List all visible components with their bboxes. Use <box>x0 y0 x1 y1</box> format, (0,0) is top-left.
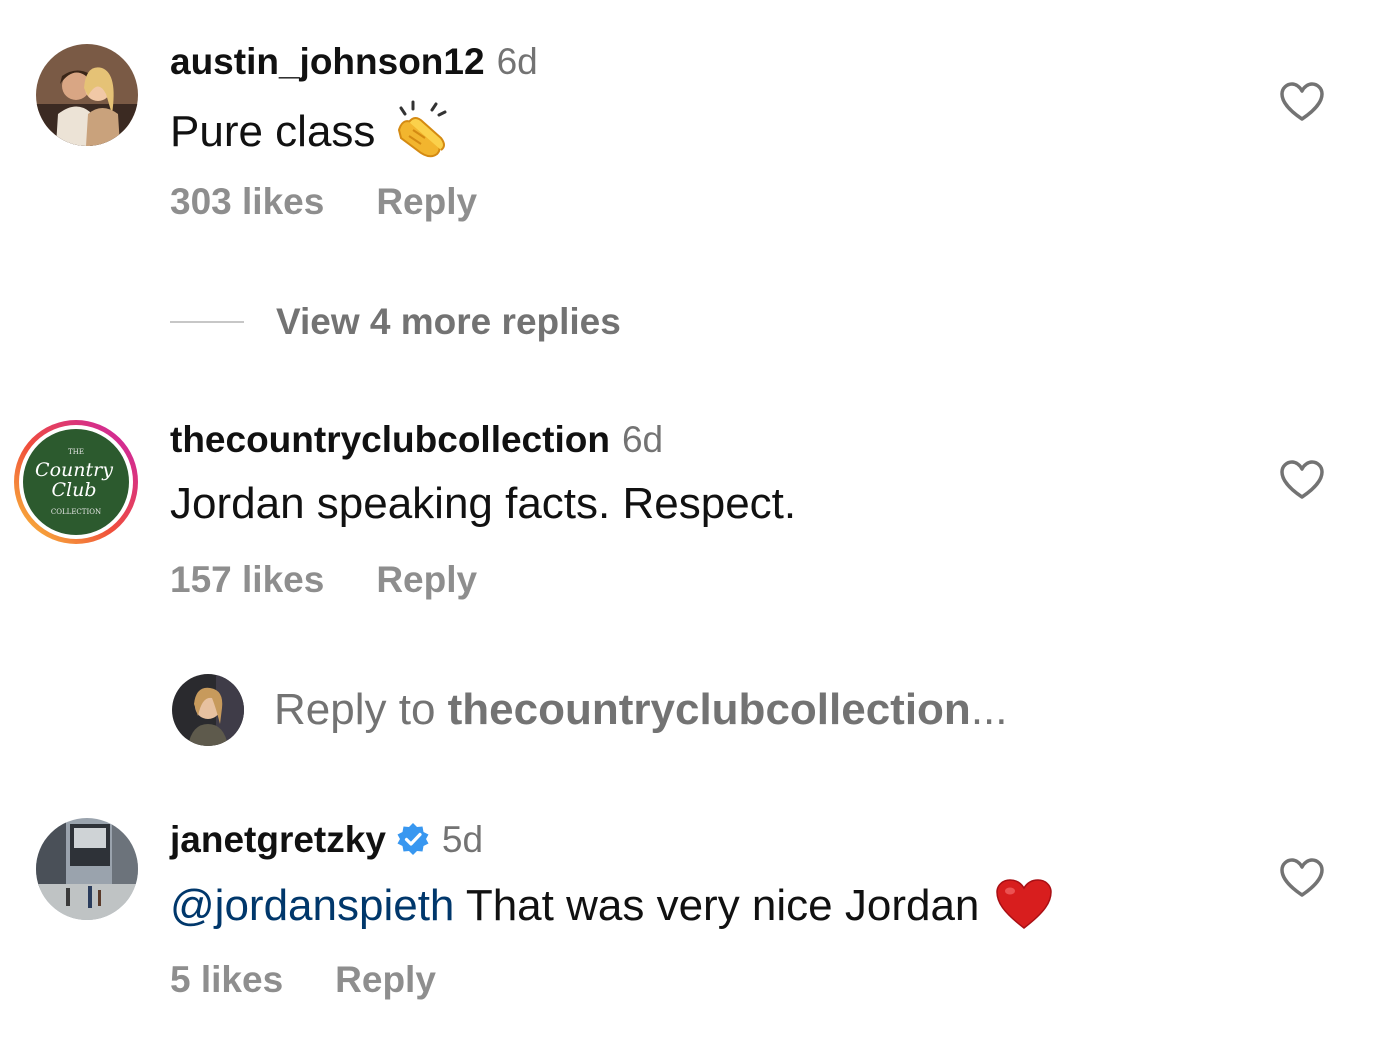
like-button[interactable] <box>1280 858 1324 898</box>
comment-austin: austin_johnson12 6d Pure class 303 likes R… <box>0 0 1400 260</box>
view-more-replies-label: View 4 more replies <box>276 301 621 342</box>
current-user-avatar <box>172 674 244 746</box>
comment-header: austin_johnson12 6d <box>170 40 538 84</box>
mention-link[interactable]: @jordanspieth <box>170 881 454 930</box>
avatar-countryclub[interactable]: THE Country Club COLLECTION <box>12 418 140 546</box>
username[interactable]: janetgretzky <box>170 819 386 860</box>
comment-body: Jordan speaking facts. Respect. <box>170 479 797 528</box>
likes-count[interactable]: 157 likes <box>170 559 324 600</box>
comment-meta: 157 likes Reply <box>170 558 477 602</box>
comment-janetgretzky: janetgretzky 5d @jordanspieth That was v… <box>0 800 1400 1042</box>
likes-count[interactable]: 5 likes <box>170 959 283 1000</box>
reply-button[interactable]: Reply <box>335 959 436 1000</box>
divider-line <box>170 321 244 323</box>
comment-body: Pure class <box>170 107 376 156</box>
timestamp: 6d <box>621 419 664 460</box>
likes-count[interactable]: 303 likes <box>170 181 324 222</box>
heart-outline-icon <box>1280 82 1324 121</box>
reply-input[interactable]: Reply to thecountryclubcollection... <box>170 672 1270 748</box>
comment-header: janetgretzky 5d <box>170 818 483 866</box>
verified-badge-icon <box>396 822 430 866</box>
reply-button[interactable]: Reply <box>376 181 477 222</box>
comment-text: Pure class <box>170 100 451 170</box>
reply-suffix: ... <box>970 685 1008 734</box>
reply-target: thecountryclubcollection <box>447 685 971 734</box>
svg-text:COLLECTION: COLLECTION <box>51 508 101 516</box>
heart-outline-icon <box>1280 858 1324 897</box>
comment-meta: 303 likes Reply <box>170 180 477 224</box>
reply-button[interactable]: Reply <box>376 559 477 600</box>
comment-body: That was very nice Jordan <box>465 881 980 930</box>
comment-meta: 5 likes Reply <box>170 958 436 1002</box>
red-heart-icon <box>995 878 1053 942</box>
avatar-austin[interactable] <box>36 44 138 146</box>
like-button[interactable] <box>1280 460 1324 500</box>
reply-prefix: Reply to <box>274 685 448 734</box>
comment-header: thecountryclubcollection 6d <box>170 418 663 462</box>
comment-countryclub: THE Country Club COLLECTION thecountrycl… <box>0 400 1400 640</box>
username[interactable]: austin_johnson12 <box>170 41 485 82</box>
heart-outline-icon <box>1280 460 1324 499</box>
like-button[interactable] <box>1280 82 1324 122</box>
clapping-hands-icon <box>391 100 451 170</box>
timestamp: 5d <box>441 819 484 860</box>
svg-text:THE: THE <box>68 448 84 456</box>
svg-text:Club: Club <box>51 479 96 501</box>
svg-text:Country: Country <box>35 459 113 481</box>
comment-text: @jordanspieth That was very nice Jordan <box>170 878 1053 942</box>
timestamp: 6d <box>496 41 538 82</box>
reply-input-placeholder: Reply to thecountryclubcollection... <box>274 684 1008 736</box>
comment-text: Jordan speaking facts. Respect. <box>170 478 796 530</box>
avatar-janetgretzky[interactable] <box>36 818 138 920</box>
username[interactable]: thecountryclubcollection <box>170 419 610 460</box>
